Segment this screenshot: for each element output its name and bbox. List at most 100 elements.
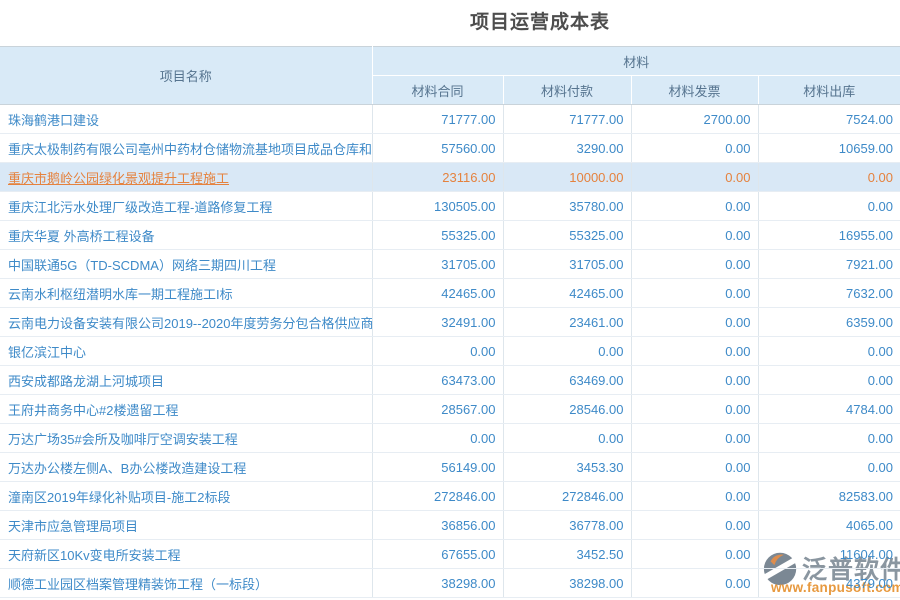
project-name-cell[interactable]: 重庆华夏 外高桥工程设备 [0, 221, 372, 250]
project-name-cell[interactable]: 王府井商务中心#2楼遗留工程 [0, 395, 372, 424]
amount-cell: 31705.00 [372, 250, 503, 279]
table-row[interactable]: 珠海鹤港口建设71777.0071777.002700.007524.00 [0, 105, 900, 134]
project-name-cell[interactable]: 重庆市鹅岭公园绿化景观提升工程施工 [0, 163, 372, 192]
project-name-cell[interactable]: 潼南区2019年绿化补贴项目-施工2标段 [0, 482, 372, 511]
column-header-material-contract: 材料合同 [372, 76, 503, 105]
project-name-cell[interactable]: 重庆江北污水处理厂级改造工程-道路修复工程 [0, 192, 372, 221]
amount-cell: 7632.00 [758, 279, 900, 308]
table-row[interactable]: 银亿滨江中心0.000.000.000.00 [0, 337, 900, 366]
project-name-cell[interactable]: 珠海鹤港口建设 [0, 105, 372, 134]
amount-cell: 130505.00 [372, 192, 503, 221]
table-row[interactable]: 西安成都路龙湖上河城项目63473.0063469.000.000.00 [0, 366, 900, 395]
amount-cell: 55325.00 [372, 221, 503, 250]
project-cost-table: 项目名称 材料 材料合同 材料付款 材料发票 材料出库 珠海鹤港口建设 71777… [0, 46, 900, 598]
project-name-cell[interactable]: 西安成都路龙湖上河城项目 [0, 366, 372, 395]
amount-cell: 0.00 [631, 511, 758, 540]
table-header: 项目名称 材料 材料合同 材料付款 材料发票 材料出库 [0, 47, 900, 105]
amount-cell: 3290.00 [503, 134, 631, 163]
project-name-cell[interactable]: 万达广场35#会所及咖啡厅空调安装工程 [0, 424, 372, 453]
column-header-project-name: 项目名称 [0, 47, 372, 105]
amount-cell: 67655.00 [372, 540, 503, 569]
column-header-material-payment: 材料付款 [503, 76, 631, 105]
amount-cell: 0.00 [631, 279, 758, 308]
project-name-cell[interactable]: 云南水利枢纽潜明水库一期工程施工I标 [0, 279, 372, 308]
amount-cell: 0.00 [758, 192, 900, 221]
amount-cell: 0.00 [631, 192, 758, 221]
amount-cell: 57560.00 [372, 134, 503, 163]
amount-cell: 0.00 [631, 163, 758, 192]
amount-cell: 28567.00 [372, 395, 503, 424]
amount-cell: 32491.00 [372, 308, 503, 337]
table-row[interactable]: 中国联通5G（TD-SCDMA）网络三期四川工程31705.0031705.00… [0, 250, 900, 279]
table-row[interactable]: 万达办公楼左侧A、B办公楼改造建设工程56149.003453.300.000.… [0, 453, 900, 482]
amount-cell: 36778.00 [503, 511, 631, 540]
amount-cell: 63473.00 [372, 366, 503, 395]
table-row[interactable]: 王府井商务中心#2楼遗留工程28567.0028546.000.004784.0… [0, 395, 900, 424]
amount-cell: 38298.00 [503, 569, 631, 598]
amount-cell: 272846.00 [372, 482, 503, 511]
amount-cell: 0.00 [631, 337, 758, 366]
amount-cell: 0.00 [372, 337, 503, 366]
amount-cell: 23461.00 [503, 308, 631, 337]
table-row[interactable]: 重庆华夏 外高桥工程设备55325.0055325.000.0016955.00 [0, 221, 900, 250]
amount-cell: 36856.00 [372, 511, 503, 540]
amount-cell: 0.00 [631, 221, 758, 250]
amount-cell: 4379.00 [758, 569, 900, 598]
amount-cell: 0.00 [631, 540, 758, 569]
table-row[interactable]: 云南水利枢纽潜明水库一期工程施工I标42465.0042465.000.0076… [0, 279, 900, 308]
project-name-cell[interactable]: 重庆太极制药有限公司亳州中药材仓储物流基地项目成品仓库和 [0, 134, 372, 163]
project-name-cell[interactable]: 天府新区10Kv变电所安装工程 [0, 540, 372, 569]
project-name-cell[interactable]: 银亿滨江中心 [0, 337, 372, 366]
column-header-material-outbound: 材料出库 [758, 76, 900, 105]
amount-cell: 4065.00 [758, 511, 900, 540]
table-row[interactable]: 天府新区10Kv变电所安装工程67655.003452.500.0011604.… [0, 540, 900, 569]
amount-cell: 0.00 [631, 453, 758, 482]
project-name-cell[interactable]: 顺德工业园区档案管理精装饰工程（一标段） [0, 569, 372, 598]
project-name-cell[interactable]: 中国联通5G（TD-SCDMA）网络三期四川工程 [0, 250, 372, 279]
amount-cell: 0.00 [631, 308, 758, 337]
column-group-header-material: 材料 [372, 47, 900, 76]
amount-cell: 0.00 [758, 337, 900, 366]
project-name-cell[interactable]: 天津市应急管理局项目 [0, 511, 372, 540]
page-title: 项目运营成本表 [0, 0, 900, 46]
amount-cell: 0.00 [503, 424, 631, 453]
table-row[interactable]: 潼南区2019年绿化补贴项目-施工2标段272846.00272846.000.… [0, 482, 900, 511]
amount-cell: 42465.00 [503, 279, 631, 308]
amount-cell: 38298.00 [372, 569, 503, 598]
amount-cell: 23116.00 [372, 163, 503, 192]
amount-cell: 10659.00 [758, 134, 900, 163]
amount-cell: 0.00 [372, 424, 503, 453]
amount-cell: 31705.00 [503, 250, 631, 279]
amount-cell: 35780.00 [503, 192, 631, 221]
amount-cell: 3453.30 [503, 453, 631, 482]
amount-cell: 42465.00 [372, 279, 503, 308]
table-row[interactable]: 万达广场35#会所及咖啡厅空调安装工程0.000.000.000.00 [0, 424, 900, 453]
amount-cell: 0.00 [758, 163, 900, 192]
project-name-cell[interactable]: 云南电力设备安装有限公司2019--2020年度劳务分包合格供应商 [0, 308, 372, 337]
amount-cell: 16955.00 [758, 221, 900, 250]
amount-cell: 71777.00 [503, 105, 631, 134]
amount-cell: 56149.00 [372, 453, 503, 482]
amount-cell: 82583.00 [758, 482, 900, 511]
amount-cell: 11604.00 [758, 540, 900, 569]
amount-cell: 0.00 [631, 424, 758, 453]
table-row[interactable]: 重庆市鹅岭公园绿化景观提升工程施工23116.0010000.000.000.0… [0, 163, 900, 192]
table-row[interactable]: 天津市应急管理局项目36856.0036778.000.004065.00 [0, 511, 900, 540]
table-row[interactable]: 顺德工业园区档案管理精装饰工程（一标段）38298.0038298.000.00… [0, 569, 900, 598]
table-row[interactable]: 重庆江北污水处理厂级改造工程-道路修复工程130505.0035780.000.… [0, 192, 900, 221]
amount-cell: 10000.00 [503, 163, 631, 192]
amount-cell: 0.00 [758, 424, 900, 453]
amount-cell: 28546.00 [503, 395, 631, 424]
amount-cell: 2700.00 [631, 105, 758, 134]
amount-cell: 0.00 [631, 569, 758, 598]
amount-cell: 7524.00 [758, 105, 900, 134]
table-row[interactable]: 重庆太极制药有限公司亳州中药材仓储物流基地项目成品仓库和57560.003290… [0, 134, 900, 163]
project-name-cell[interactable]: 万达办公楼左侧A、B办公楼改造建设工程 [0, 453, 372, 482]
amount-cell: 0.00 [758, 366, 900, 395]
amount-cell: 7921.00 [758, 250, 900, 279]
table-body: 珠海鹤港口建设71777.0071777.002700.007524.00重庆太… [0, 105, 900, 598]
amount-cell: 6359.00 [758, 308, 900, 337]
table-row[interactable]: 云南电力设备安装有限公司2019--2020年度劳务分包合格供应商32491.0… [0, 308, 900, 337]
amount-cell: 0.00 [758, 453, 900, 482]
amount-cell: 55325.00 [503, 221, 631, 250]
